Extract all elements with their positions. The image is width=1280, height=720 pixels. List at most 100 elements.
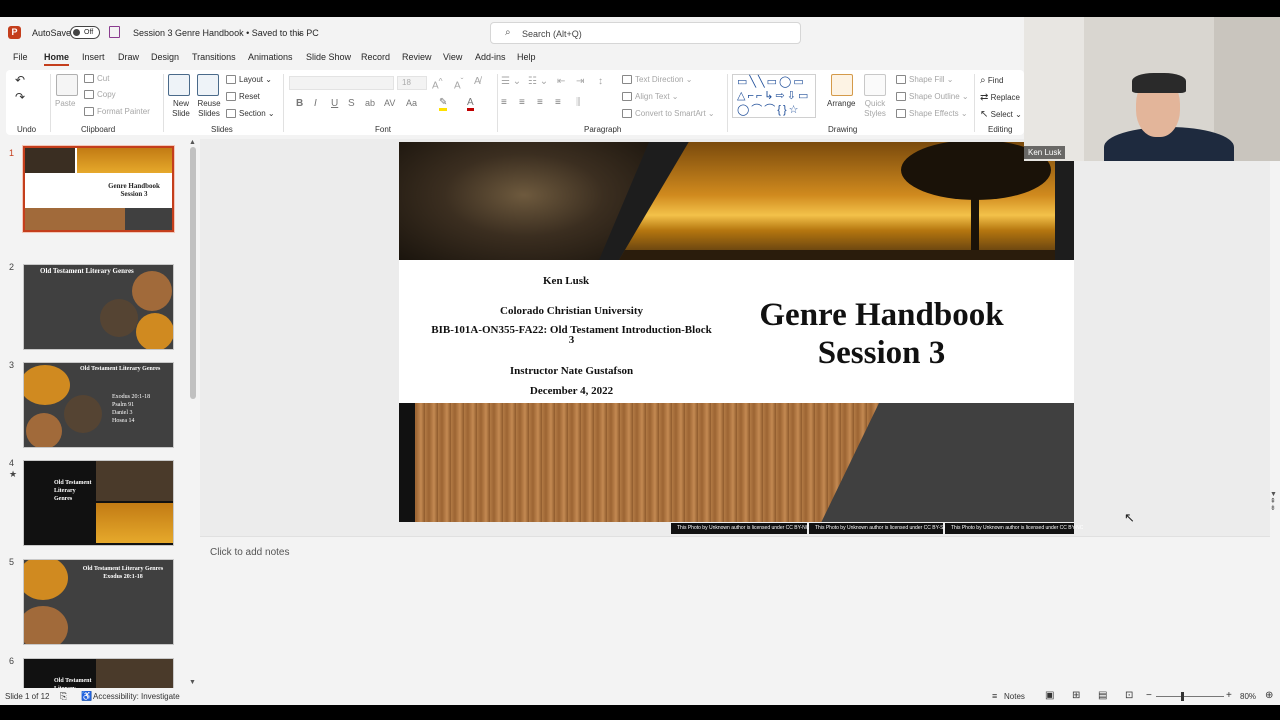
slide-thumbnail-4[interactable]: Old Testament Literary Genres [23,460,174,546]
font-size-box[interactable]: 18 [397,76,427,90]
strikethrough-icon[interactable]: ab [365,98,375,108]
notes-button[interactable]: Notes [1004,692,1025,701]
reuse-slides-button[interactable]: Reuse Slides [197,99,221,119]
tab-file[interactable]: File [13,52,28,62]
normal-view-icon[interactable]: ▣ [1045,690,1054,701]
italic-icon[interactable]: I [314,98,317,109]
copy-button[interactable]: Copy [84,90,116,100]
chevron-down-icon[interactable]: ⌄ [296,27,304,38]
replace-button[interactable]: ⇄ Replace [980,92,1020,103]
numbering-icon[interactable]: ☷ ⌄ [528,76,548,87]
shape-outline-button[interactable]: Shape Outline ⌄ [896,92,969,102]
tab-home[interactable]: Home [44,52,70,66]
redo-icon[interactable]: ↷ [15,90,25,104]
font-name-box[interactable] [289,76,394,90]
zoom-level[interactable]: 80% [1240,692,1256,701]
clear-format-icon[interactable]: A̸ [474,76,481,87]
zoom-slider[interactable] [1156,696,1224,697]
shapes-gallery[interactable]: ▭╲╲▭◯▭ △⌐⌐↳⇨⇩▭ ◯⌒⌒{}☆ [732,74,816,118]
decrease-font-icon[interactable]: Aˇ [454,76,463,91]
accessibility-status[interactable]: Accessibility: Investigate [93,692,180,701]
tab-help[interactable]: Help [517,52,536,62]
tab-design[interactable]: Design [151,52,179,62]
cut-button[interactable]: Cut [84,74,109,84]
underline-icon[interactable]: U [331,98,338,109]
change-case-icon[interactable]: Aa [406,98,417,108]
align-right-icon[interactable]: ≡ [537,97,543,108]
section-button[interactable]: Section ⌄ [226,109,275,119]
paste-button[interactable]: Paste [55,99,75,108]
current-slide[interactable]: Ken Lusk Colorado Christian University B… [399,142,1074,522]
align-left-icon[interactable]: ≡ [501,97,507,108]
scroll-down-icon[interactable]: ▼ [189,679,196,686]
increase-indent-icon[interactable]: ⇥ [576,76,584,87]
slide-show-icon[interactable]: ⊡ [1125,690,1133,701]
tab-view[interactable]: View [443,52,462,62]
new-slide-button[interactable]: New Slide [169,99,193,119]
spellcheck-icon[interactable]: ⎘ [60,691,67,702]
line-spacing-icon[interactable]: ↕ [598,76,603,87]
new-slide-icon[interactable] [168,74,190,96]
shape-effects-button[interactable]: Shape Effects ⌄ [896,109,968,119]
document-title[interactable]: Session 3 Genre Handbook • Saved to this… [133,28,319,38]
spacing-icon[interactable]: AV [384,98,395,108]
arrange-icon[interactable] [831,74,853,96]
photo-credit[interactable]: This Photo by Unknown author is licensed… [945,523,1083,534]
justify-icon[interactable]: ≡ [555,97,561,108]
slide-scroll-arrows-icon[interactable]: ▼ ⇞ ⇟ [1270,491,1277,512]
tab-add-ins[interactable]: Add-ins [475,52,506,62]
zoom-in-icon[interactable]: + [1226,690,1232,701]
bold-icon[interactable]: B [296,98,303,109]
increase-font-icon[interactable]: A^ [432,76,443,91]
notes-pane[interactable]: Click to add notes [200,536,1270,688]
tab-draw[interactable]: Draw [118,52,139,62]
slide-thumbnail-panel[interactable]: 1 Genre Handbook Session 3 2 Old Testame… [0,139,200,698]
reading-view-icon[interactable]: ▤ [1098,690,1107,701]
search-box[interactable]: ⌕ Search (Alt+Q) [490,22,801,44]
autosave-toggle[interactable]: Off [70,26,100,39]
slide-thumbnail-2[interactable]: Old Testament Literary Genres [23,264,174,350]
photo-credit[interactable]: This Photo by Unknown author is licensed… [671,523,818,534]
slide-thumbnail-3[interactable]: Old Testament Literary Genres Exodus 20:… [23,362,174,448]
shadow-icon[interactable]: S [348,98,355,109]
quick-styles-icon[interactable] [864,74,886,96]
columns-icon[interactable]: ⫼ [576,97,581,108]
align-text-button[interactable]: Align Text ⌄ [622,92,678,102]
tab-insert[interactable]: Insert [82,52,105,62]
panel-scrollbar[interactable] [190,147,196,399]
tab-slide-show[interactable]: Slide Show [306,52,351,62]
photo-credit[interactable]: This Photo by Unknown author is licensed… [809,523,956,534]
notes-placeholder[interactable]: Click to add notes [210,547,290,558]
format-painter-button[interactable]: Format Painter [84,107,150,117]
reuse-slides-icon[interactable] [197,74,219,96]
reset-button[interactable]: Reset [226,92,260,102]
fit-to-window-icon[interactable]: ⊕ [1265,690,1273,701]
zoom-slider-thumb[interactable] [1181,692,1184,701]
arrange-button[interactable]: Arrange [827,99,855,108]
paste-icon[interactable] [56,74,78,96]
select-button[interactable]: ↖ Select ⌄ [980,109,1022,120]
accessibility-icon[interactable]: ♿ [81,691,92,702]
slide-thumbnail-5[interactable]: Old Testament Literary Genres Exodus 20:… [23,559,174,645]
decrease-indent-icon[interactable]: ⇤ [557,76,565,87]
tab-record[interactable]: Record [361,52,390,62]
slide-sorter-icon[interactable]: ⊞ [1072,690,1080,701]
scroll-up-icon[interactable]: ▲ [189,139,196,146]
align-center-icon[interactable]: ≡ [519,97,525,108]
tab-review[interactable]: Review [402,52,432,62]
layout-button[interactable]: Layout ⌄ [226,75,272,85]
save-icon[interactable] [109,26,120,38]
undo-icon[interactable]: ↶ [15,73,25,87]
highlight-icon[interactable]: ✎ [439,97,448,111]
bullets-icon[interactable]: ☰ ⌄ [501,76,521,87]
slide-thumbnail-1[interactable]: Genre Handbook Session 3 [22,145,175,233]
notes-icon[interactable]: ≡ [992,691,997,701]
zoom-out-icon[interactable]: − [1146,690,1152,701]
quick-styles-button[interactable]: Quick Styles [861,99,889,119]
font-color-icon[interactable]: A [467,97,474,111]
find-button[interactable]: ⌕ Find [980,75,1003,86]
shape-fill-button[interactable]: Shape Fill ⌄ [896,75,954,85]
convert-smartart-button[interactable]: Convert to SmartArt ⌄ [622,109,715,119]
tab-animations[interactable]: Animations [248,52,293,62]
tab-transitions[interactable]: Transitions [192,52,236,62]
